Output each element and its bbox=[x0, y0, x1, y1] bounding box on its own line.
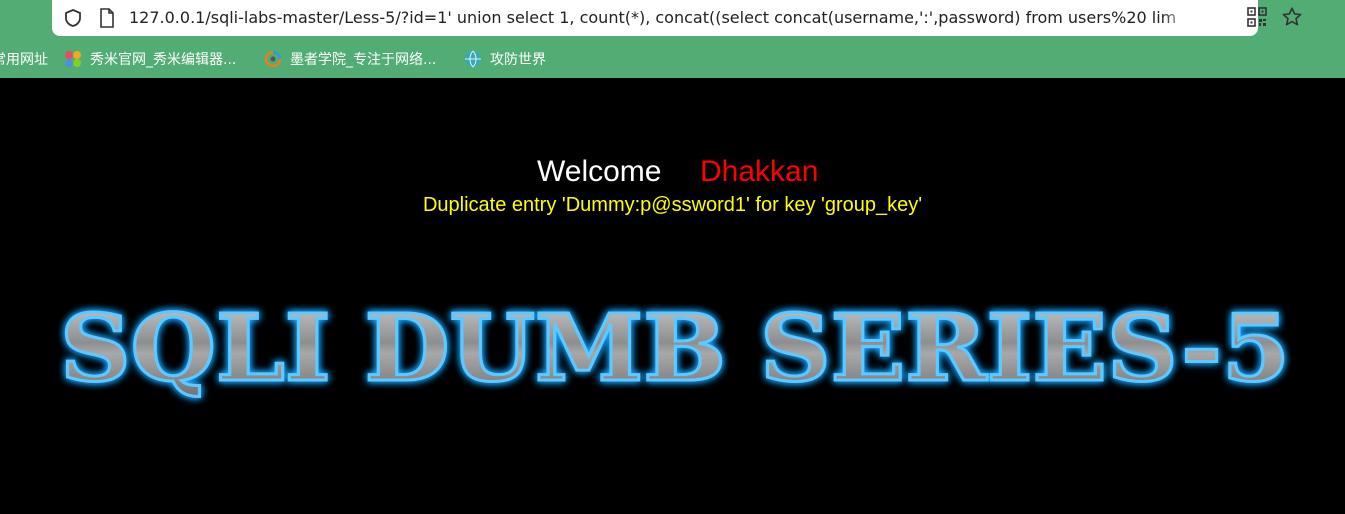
bookmark-label: 秀米官网_秀米编辑器... bbox=[90, 52, 237, 68]
mozhe-icon bbox=[264, 50, 282, 68]
bookmark-label: 攻防世界 bbox=[490, 52, 546, 68]
bookmark-label: 常用网址 bbox=[0, 52, 48, 68]
bookmark-star-icon[interactable] bbox=[1281, 6, 1303, 28]
qr-code-icon[interactable] bbox=[1247, 7, 1267, 27]
bookmark-xiumi[interactable]: 秀米官网_秀米编辑器... bbox=[64, 49, 236, 69]
browser-chrome: 127.0.0.1/sqli-labs-master/Less-5/?id=1'… bbox=[0, 0, 1345, 78]
banner-text: SQLI DUMB SERIES-5 bbox=[60, 294, 1290, 402]
bookmark-attack-defense[interactable]: 攻防世界 bbox=[464, 49, 546, 69]
globe-icon bbox=[465, 50, 481, 68]
sqli-dumb-series-banner: SQLI DUMB SERIES-5 bbox=[59, 293, 1292, 404]
bookmarks-bar: 常用网址 秀米官网_秀米编辑器... 墨者学院_专注于网络... bbox=[0, 44, 1345, 74]
bookmark-label: 墨者学院_专注于网络... bbox=[290, 52, 437, 68]
url-text[interactable]: 127.0.0.1/sqli-labs-master/Less-5/?id=1'… bbox=[129, 7, 1189, 29]
url-fade bbox=[1162, 4, 1192, 32]
shield-icon[interactable] bbox=[63, 8, 83, 28]
xiumi-icon bbox=[65, 51, 81, 67]
page-info-icon[interactable] bbox=[99, 8, 115, 28]
username-text: Dhakkan bbox=[700, 155, 819, 188]
sql-error-message: Duplicate entry 'Dummy:p@ssword1' for ke… bbox=[422, 194, 923, 216]
bookmark-mozhe[interactable]: 墨者学院_专注于网络... bbox=[264, 49, 436, 69]
address-bar[interactable]: 127.0.0.1/sqli-labs-master/Less-5/?id=1'… bbox=[52, 0, 1302, 36]
welcome-text: Welcome bbox=[537, 155, 662, 188]
bookmark-common-sites[interactable]: 常用网址 bbox=[0, 49, 48, 69]
